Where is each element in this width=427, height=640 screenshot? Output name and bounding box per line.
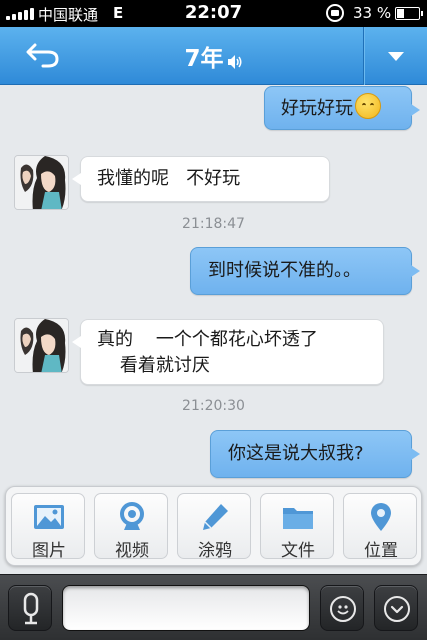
chevron-down-icon — [384, 596, 410, 622]
microphone-icon — [23, 592, 39, 625]
status-bar: 中国联通 E 22:07 33 % — [0, 0, 427, 27]
grinning-face-icon — [355, 93, 381, 119]
collapse-panel-button[interactable] — [374, 585, 418, 631]
message-text: 好玩好玩 — [281, 98, 353, 119]
tool-location-button[interactable]: 位置 — [343, 493, 417, 561]
speaker-icon — [227, 54, 241, 69]
message-bubble-outgoing[interactable]: 你这是说大叔我? — [210, 430, 420, 478]
message-bubble-incoming[interactable]: 我懂的呢 不好玩 — [72, 156, 330, 202]
battery-percent: 33 % — [353, 4, 392, 22]
voice-input-button[interactable] — [8, 585, 52, 631]
tool-label: 视频 — [115, 541, 149, 561]
attachment-toolbar: 图片 视频 涂鸦 文件 位置 — [5, 486, 422, 566]
message-bubble-outgoing[interactable]: 好玩好玩 — [264, 86, 420, 130]
pencil-icon — [203, 504, 228, 530]
video-icon — [120, 502, 144, 530]
folder-icon — [283, 508, 313, 529]
location-pin-icon — [371, 503, 391, 531]
input-bar — [0, 574, 427, 640]
battery-icon — [395, 7, 423, 20]
tool-label: 涂鸦 — [198, 541, 232, 561]
avatar[interactable] — [14, 155, 69, 210]
dropdown-triangle-icon — [388, 52, 404, 61]
contact-avatar-image — [15, 156, 68, 209]
avatar[interactable] — [14, 318, 69, 373]
tool-file-button[interactable]: 文件 — [260, 493, 334, 561]
message-text: 我懂的呢 不好玩 — [97, 168, 241, 189]
tool-label: 文件 — [281, 541, 315, 561]
rotation-lock-icon — [326, 4, 344, 22]
message-input[interactable] — [62, 585, 310, 631]
tool-label: 图片 — [32, 541, 66, 561]
menu-dropdown-button[interactable] — [363, 27, 427, 85]
message-timestamp: 21:20:30 — [182, 398, 245, 414]
tool-image-button[interactable]: 图片 — [11, 493, 85, 561]
message-bubble-outgoing[interactable]: 到时候说不准的。。 — [190, 247, 420, 295]
battery-level — [397, 9, 404, 18]
message-timestamp: 21:18:47 — [182, 216, 245, 232]
message-text: 真的 一个个都花心坏透了 看着就讨厌 — [97, 329, 318, 376]
chat-title: 7年 — [184, 46, 224, 72]
contact-avatar-image — [15, 319, 68, 372]
tool-label: 位置 — [364, 541, 398, 561]
image-icon — [34, 505, 64, 529]
smiley-icon — [330, 596, 356, 622]
message-text: 到时候说不准的。。 — [208, 260, 361, 281]
tool-video-button[interactable]: 视频 — [94, 493, 168, 561]
message-text: 你这是说大叔我? — [228, 443, 364, 464]
message-bubble-incoming[interactable]: 真的 一个个都花心坏透了 看着就讨厌 — [72, 319, 384, 385]
tool-doodle-button[interactable]: 涂鸦 — [177, 493, 251, 561]
navigation-bar: 7年 — [0, 27, 427, 85]
emoji-button[interactable] — [320, 585, 364, 631]
